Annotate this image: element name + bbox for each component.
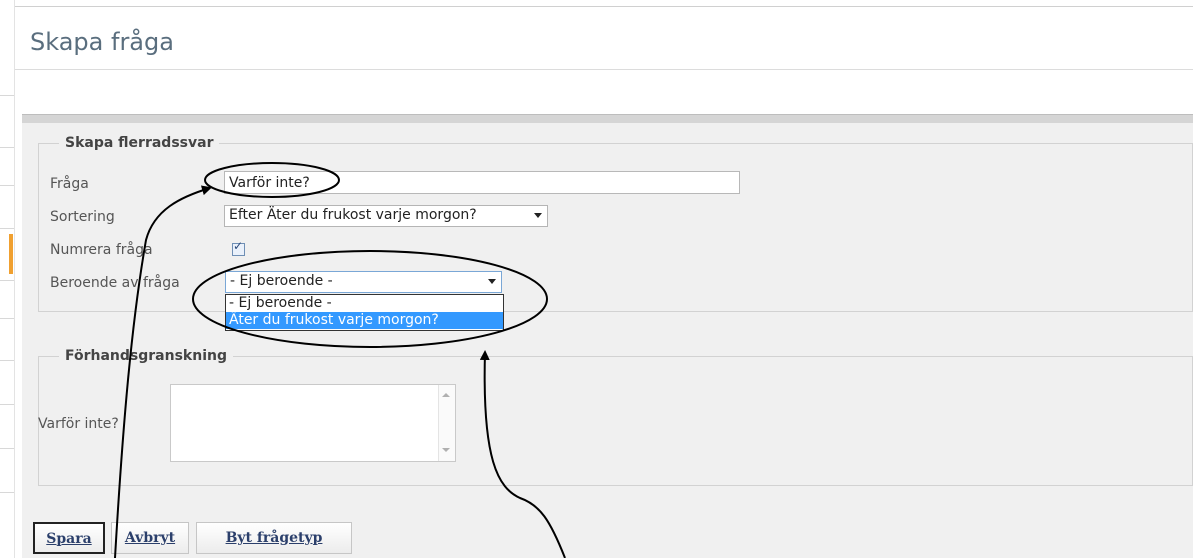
preview-legend: Förhandsgranskning: [65, 348, 227, 364]
dependent-select[interactable]: - Ej beroende -: [225, 271, 502, 293]
save-button[interactable]: Spara: [33, 522, 105, 554]
title-divider: [15, 69, 1193, 70]
nav-divider: [0, 185, 14, 186]
checkmark-icon: ✓: [233, 239, 244, 253]
preview-answer-textarea[interactable]: [170, 384, 456, 462]
sort-select-value: Efter Äter du frukost varje morgon?: [229, 207, 477, 223]
dependent-label: Beroende av fråga: [50, 275, 180, 291]
question-input[interactable]: [224, 171, 740, 194]
nav-active-indicator: [9, 234, 13, 274]
nav-divider: [0, 492, 14, 493]
nav-divider: [0, 147, 14, 148]
cancel-button[interactable]: Avbryt: [111, 522, 189, 554]
create-answer-legend: Skapa flerradssvar: [65, 135, 214, 151]
scroll-down-icon[interactable]: [442, 448, 450, 452]
chevron-down-icon: [488, 279, 496, 284]
scroll-up-icon[interactable]: [442, 393, 450, 397]
question-label: Fråga: [50, 176, 89, 192]
sort-select[interactable]: Efter Äter du frukost varje morgon?: [224, 205, 548, 227]
sort-label: Sortering: [50, 209, 115, 225]
page-title: Skapa fråga: [30, 28, 174, 56]
dropdown-option-none[interactable]: - Ej beroende -: [226, 295, 503, 312]
panel-header-bar: [22, 114, 1193, 123]
nav-divider: [0, 280, 14, 281]
nav-divider: [0, 448, 14, 449]
dependent-dropdown-list: - Ej beroende - Äter du frukost varje mo…: [225, 294, 504, 331]
change-type-button[interactable]: Byt frågetyp: [196, 522, 352, 554]
dropdown-option-breakfast[interactable]: Äter du frukost varje morgon?: [226, 312, 503, 329]
nav-divider: [0, 318, 14, 319]
nav-divider: [0, 228, 14, 229]
dependent-select-value: - Ej beroende -: [230, 273, 333, 289]
nav-divider: [0, 404, 14, 405]
textarea-scrollbar[interactable]: [438, 385, 455, 461]
chevron-down-icon: [534, 213, 542, 218]
preview-question-label: Varför inte?: [38, 416, 119, 432]
top-border: [15, 6, 1193, 7]
number-question-checkbox[interactable]: ✓: [232, 239, 245, 256]
nav-divider: [0, 95, 14, 96]
nav-divider: [0, 360, 14, 361]
number-question-label: Numrera fråga: [50, 242, 153, 258]
create-answer-fieldset: Skapa flerradssvar: [38, 135, 1193, 312]
left-nav-strip: [0, 0, 15, 558]
